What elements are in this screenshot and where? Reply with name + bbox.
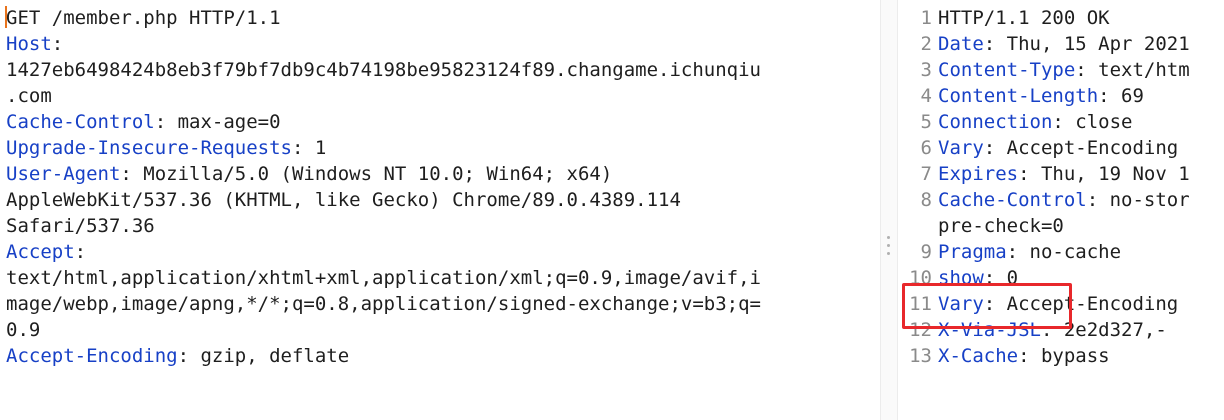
request-line: User-Agent: Mozilla/5.0 (Windows NT 10.0… bbox=[6, 161, 612, 187]
response-pane[interactable]: 1 HTTP/1.1 200 OK 2 Date: Thu, 15 Apr 2021 3… bbox=[896, 0, 1224, 420]
response-line: 3 Content-Type: text/htm bbox=[896, 57, 1190, 83]
header-value: : bbox=[74, 241, 87, 263]
response-line: 7 Expires: Thu, 19 Nov 1 bbox=[896, 161, 1190, 187]
header-name: Upgrade-Insecure-Requests bbox=[6, 137, 292, 159]
header-name: Accept bbox=[6, 241, 75, 263]
header-value: : no-stor bbox=[1086, 189, 1190, 211]
header-value: GET /member.php HTTP/1.1 bbox=[6, 7, 281, 29]
header-name: Pragma bbox=[938, 241, 1007, 263]
header-value: mage/webp,image/apng,*/*;q=0.8,applicati… bbox=[6, 293, 761, 315]
drag-handle-icon[interactable] bbox=[887, 236, 890, 260]
header-value: : Thu, 19 Nov 1 bbox=[1018, 163, 1190, 185]
request-line: mage/webp,image/apng,*/*;q=0.8,applicati… bbox=[6, 291, 761, 317]
header-value: .com bbox=[6, 85, 52, 107]
request-line: AppleWebKit/537.36 (KHTML, like Gecko) C… bbox=[6, 187, 681, 213]
header-value: : Mozilla/5.0 (Windows NT 10.0; Win64; x… bbox=[120, 163, 613, 185]
request-pane[interactable]: GET /member.php HTTP/1.1 Host: 1427eb64984… bbox=[0, 0, 880, 420]
response-line: 9 Pragma: no-cache bbox=[896, 239, 1121, 265]
header-value: : Thu, 15 Apr 2021 bbox=[983, 33, 1190, 55]
line-number: 6 bbox=[920, 137, 932, 159]
line-number: 3 bbox=[920, 59, 932, 81]
header-name: Expires bbox=[938, 163, 1019, 185]
line-number: 5 bbox=[920, 111, 932, 133]
header-value: : bbox=[51, 33, 64, 55]
header-value: : 1 bbox=[291, 137, 327, 159]
request-line: Cache-Control: max-age=0 bbox=[6, 109, 281, 135]
request-line: 0.9 bbox=[6, 317, 40, 343]
line-number: 2 bbox=[920, 33, 932, 55]
header-value: pre-check=0 bbox=[938, 215, 1064, 237]
header-name: Cache-Control bbox=[938, 189, 1087, 211]
header-value: : text/htm bbox=[1075, 59, 1190, 81]
header-name: Host bbox=[6, 33, 52, 55]
request-line: Upgrade-Insecure-Requests: 1 bbox=[6, 135, 326, 161]
header-value: : max-age=0 bbox=[154, 111, 281, 133]
header-value: HTTP/1.1 200 OK bbox=[938, 7, 1110, 29]
header-name: User-Agent bbox=[6, 163, 121, 185]
header-value: text/html,application/xhtml+xml,applicat… bbox=[6, 267, 761, 289]
request-line: Accept: bbox=[6, 239, 86, 265]
header-name: X-Cache bbox=[938, 345, 1019, 367]
request-line: GET /member.php HTTP/1.1 bbox=[6, 5, 281, 31]
header-value: : 69 bbox=[1098, 85, 1144, 107]
response-line: 1 HTTP/1.1 200 OK bbox=[896, 5, 1110, 31]
header-value: AppleWebKit/537.36 (KHTML, like Gecko) C… bbox=[6, 189, 681, 211]
header-value: : bypass bbox=[1018, 345, 1110, 367]
response-line: pre-check=0 bbox=[896, 213, 1064, 239]
header-value: Safari/537.36 bbox=[6, 215, 155, 237]
line-number: 9 bbox=[920, 241, 932, 263]
header-value: 1427eb6498424b8eb3f79bf7db9c4b74198be958… bbox=[6, 59, 761, 81]
request-line: 1427eb6498424b8eb3f79bf7db9c4b74198be958… bbox=[6, 57, 761, 83]
line-number: 8 bbox=[920, 189, 932, 211]
header-value: : close bbox=[1052, 111, 1133, 133]
line-number: 7 bbox=[920, 163, 932, 185]
line-number: 13 bbox=[909, 345, 932, 367]
request-line: Host: bbox=[6, 31, 63, 57]
request-line: Accept-Encoding: gzip, deflate bbox=[6, 343, 349, 369]
response-line: 4 Content-Length: 69 bbox=[896, 83, 1144, 109]
header-name: Accept-Encoding bbox=[6, 345, 178, 367]
header-name: Content-Type bbox=[938, 59, 1076, 81]
header-value: : gzip, deflate bbox=[177, 345, 350, 367]
response-line: 8 Cache-Control: no-stor bbox=[896, 187, 1190, 213]
header-name: Date bbox=[938, 33, 984, 55]
header-value: : Accept-Encoding bbox=[983, 137, 1179, 159]
header-name: Vary bbox=[938, 137, 984, 159]
response-line: 6 Vary: Accept-Encoding bbox=[896, 135, 1179, 161]
response-line: 5 Connection: close bbox=[896, 109, 1133, 135]
highlight-box bbox=[902, 283, 1072, 329]
request-line: .com bbox=[6, 83, 52, 109]
header-name: Content-Length bbox=[938, 85, 1099, 107]
header-name: Cache-Control bbox=[6, 111, 155, 133]
line-number: 4 bbox=[920, 85, 932, 107]
response-line: 13 X-Cache: bypass bbox=[896, 343, 1110, 369]
header-value: : no-cache bbox=[1006, 241, 1122, 263]
header-value: 0.9 bbox=[6, 319, 41, 341]
response-line: 2 Date: Thu, 15 Apr 2021 bbox=[896, 31, 1190, 57]
header-name: Connection bbox=[938, 111, 1053, 133]
line-number: 1 bbox=[920, 7, 932, 29]
request-line: Safari/537.36 bbox=[6, 213, 155, 239]
request-line: text/html,application/xhtml+xml,applicat… bbox=[6, 265, 761, 291]
